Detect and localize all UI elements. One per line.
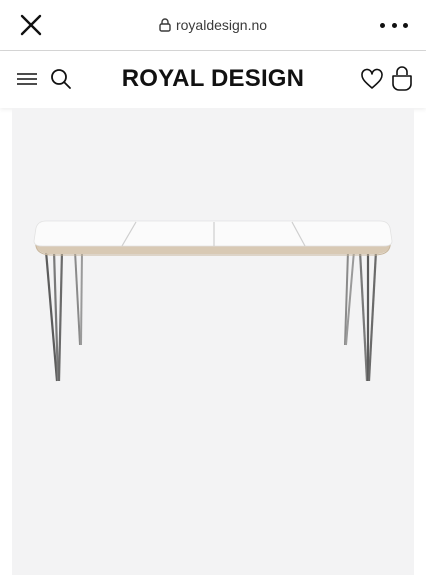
more-icon (380, 22, 385, 28)
site-header: ROYAL DESIGN (0, 51, 426, 108)
more-icon-dot (403, 22, 408, 28)
bag-icon (392, 66, 412, 91)
heart-icon (361, 68, 383, 89)
product-image[interactable] (12, 108, 414, 575)
cart-button[interactable] (391, 66, 413, 92)
browser-bar: royaldesign.no (0, 0, 426, 50)
more-icon-dot (391, 22, 397, 28)
address-bar[interactable]: royaldesign.no (0, 15, 426, 35)
url-text: royaldesign.no (175, 17, 268, 33)
more-button[interactable] (380, 18, 408, 32)
lock-icon (159, 18, 171, 32)
product-image-container[interactable] (12, 108, 414, 575)
wishlist-button[interactable] (360, 68, 384, 90)
